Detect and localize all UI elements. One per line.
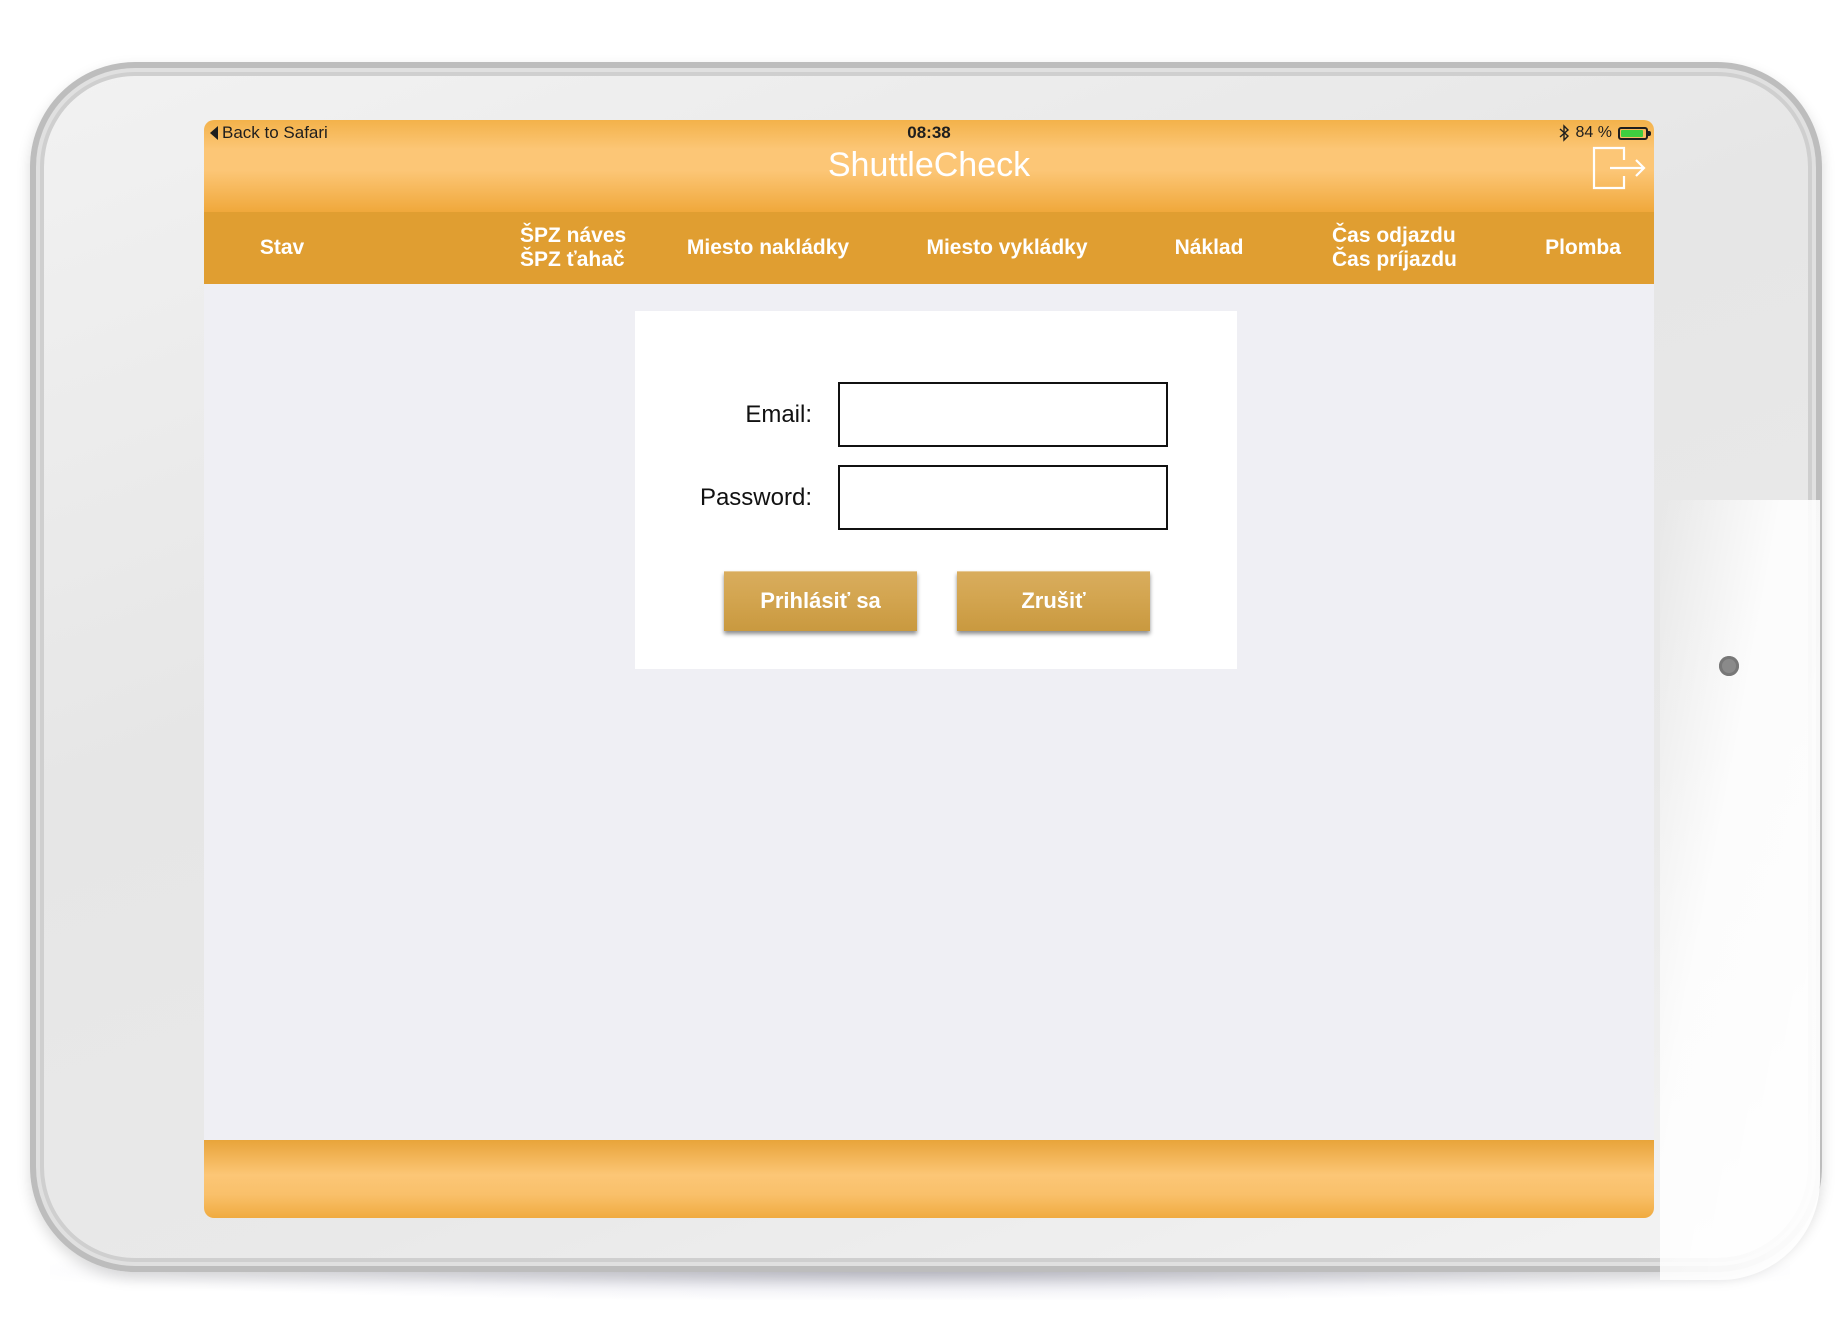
home-button[interactable] [1719, 656, 1739, 676]
logout-icon[interactable] [1592, 146, 1648, 190]
battery-icon [1618, 126, 1651, 140]
email-field[interactable] [838, 382, 1168, 447]
header-cas-odjazdu: Čas odjazdu [1332, 224, 1456, 247]
login-card: Email: Password: Prihlásiť sa Zrušiť [635, 311, 1237, 669]
header-naklad[interactable]: Náklad [1164, 212, 1254, 284]
header-plomba[interactable]: Plomba [1538, 212, 1628, 284]
app-title: ShuttleCheck [827, 146, 1031, 184]
header-stav-label: Stav [259, 236, 305, 259]
email-label: Email: [745, 401, 812, 428]
password-field[interactable] [838, 465, 1168, 530]
app-screen: Back to Safari 08:38 84 % ShuttleCheck S… [204, 120, 1654, 1218]
header-miesto-nakladky[interactable]: Miesto nakládky [678, 212, 858, 284]
header-spz-tahac: ŠPZ ťahač [520, 248, 625, 271]
cancel-button[interactable]: Zrušiť [957, 571, 1150, 631]
password-label: Password: [699, 484, 812, 511]
header-stav[interactable]: Stav [244, 212, 320, 284]
header-miesto-vykladky-label: Miesto vykládky [926, 236, 1088, 259]
header-miesto-vykladky[interactable]: Miesto vykládky [917, 212, 1097, 284]
bottom-bar [204, 1140, 1654, 1218]
status-indicators: 84 % [1558, 122, 1651, 144]
status-time: 08:38 [907, 123, 951, 142]
login-button[interactable]: Prihlásiť sa [724, 571, 917, 631]
column-headers: Stav ŠPZ náves ŠPZ ťahač Miesto nakládky… [204, 212, 1654, 284]
header-miesto-nakladky-label: Miesto nakládky [686, 236, 850, 259]
header-naklad-label: Náklad [1174, 236, 1244, 259]
header-plomba-label: Plomba [1545, 236, 1621, 259]
battery-fill [1621, 129, 1643, 137]
battery-percent: 84 % [1575, 124, 1612, 141]
header-spz-naves: ŠPZ náves [520, 224, 627, 247]
header-cas[interactable]: Čas odjazdu Čas príjazdu [1332, 212, 1472, 284]
header-cas-prijazdu: Čas príjazdu [1332, 248, 1457, 271]
header-spz[interactable]: ŠPZ náves ŠPZ ťahač [520, 212, 642, 284]
bluetooth-icon [1559, 124, 1569, 142]
top-bar: Back to Safari 08:38 84 % ShuttleCheck [204, 120, 1654, 212]
